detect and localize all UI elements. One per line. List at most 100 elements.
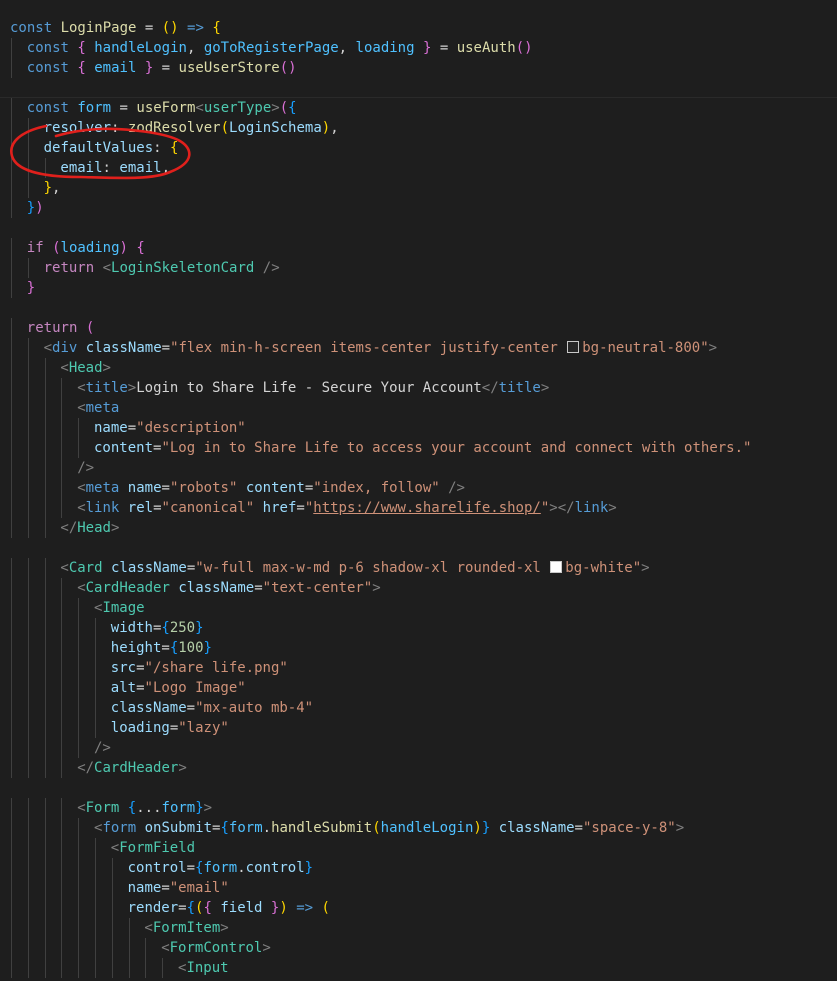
code-token: } (26, 280, 36, 296)
code-line[interactable]: /> (10, 738, 751, 758)
code-token: = (161, 640, 170, 656)
code-token: "space-y-8" (582, 820, 676, 836)
code-token: handleLogin (380, 820, 474, 836)
indent-guide (61, 498, 63, 518)
code-line[interactable]: content="Log in to Share Life to access … (10, 438, 751, 458)
indent-guide (162, 958, 164, 978)
code-line[interactable]: name="description" (10, 418, 751, 438)
code-line[interactable] (10, 298, 751, 318)
code-line[interactable] (10, 78, 751, 98)
code-line[interactable]: <Image (10, 598, 751, 618)
indent-guide (78, 618, 80, 638)
code-line[interactable]: </CardHeader> (10, 758, 751, 778)
indent-guide (27, 838, 29, 858)
code-line[interactable]: <Form {...form}> (10, 798, 751, 818)
code-line[interactable]: }, (10, 178, 751, 198)
code-token: "text-center" (262, 580, 373, 596)
indent-guide (27, 378, 29, 398)
indent-guide (11, 418, 12, 438)
code-line[interactable]: return <LoginSkeletonCard /> (10, 258, 751, 278)
code-line[interactable]: height={100} (10, 638, 751, 658)
code-line[interactable]: resolver: zodResolver(LoginSchema), (10, 118, 751, 138)
code-line-content: <meta (10, 400, 119, 416)
code-line[interactable]: }) (10, 198, 751, 218)
code-line[interactable]: <meta (10, 398, 751, 418)
code-line[interactable]: render={({ field }) => ( (10, 898, 751, 918)
code-token: email (60, 160, 103, 176)
indent-guide (44, 958, 46, 978)
code-line[interactable] (10, 218, 751, 238)
code-line[interactable]: className="mx-auto mb-4" (10, 698, 751, 718)
code-line[interactable]: <FormItem> (10, 918, 751, 938)
code-line[interactable]: const form = useForm<userType>({ (10, 98, 751, 118)
indent-guide (95, 658, 96, 678)
code-token: CardHeader (85, 580, 170, 596)
code-token: </ (481, 380, 499, 396)
indent-guide (44, 618, 46, 638)
code-line[interactable]: <Card className="w-full max-w-md p-6 sha… (10, 558, 751, 578)
code-token: form (77, 100, 112, 116)
code-line[interactable]: alt="Logo Image" (10, 678, 751, 698)
code-line[interactable]: <div className="flex min-h-screen items-… (10, 338, 751, 358)
code-line[interactable] (10, 778, 751, 798)
code-token: > (271, 100, 280, 116)
code-line-content: const { handleLogin, goToRegisterPage, l… (10, 40, 533, 56)
indent-guide (44, 458, 46, 478)
code-line[interactable]: <FormControl> (10, 938, 751, 958)
indent-guide (44, 718, 46, 738)
code-token: "w-full max-w-md p-6 shadow-xl rounded-x… (195, 560, 550, 576)
code-line[interactable]: control={form.control} (10, 858, 751, 878)
code-line[interactable]: <Head> (10, 358, 751, 378)
code-token: = (111, 100, 137, 116)
code-token: "canonical" (161, 500, 255, 516)
code-token: } (203, 640, 212, 656)
code-line[interactable]: } (10, 278, 751, 298)
code-line[interactable]: const { handleLogin, goToRegisterPage, l… (10, 38, 751, 58)
code-line[interactable]: email: email, (10, 158, 751, 178)
code-token: className (110, 560, 187, 576)
code-line[interactable]: <CardHeader className="text-center"> (10, 578, 751, 598)
indent-guide (11, 758, 12, 778)
code-line[interactable]: if (loading) { (10, 238, 751, 258)
code-line[interactable]: <meta name="robots" content="index, foll… (10, 478, 751, 498)
indent-guide (78, 958, 80, 978)
code-line[interactable]: <Input (10, 958, 751, 978)
code-line[interactable]: <FormField (10, 838, 751, 858)
code-line[interactable]: loading="lazy" (10, 718, 751, 738)
code-line[interactable] (10, 538, 751, 558)
indent-guide (27, 678, 29, 698)
code-line[interactable]: <link rel="canonical" href="https://www.… (10, 498, 751, 518)
code-line[interactable]: return ( (10, 318, 751, 338)
code-line[interactable]: const LoginPage = () => { (10, 18, 751, 38)
code-line[interactable]: width={250} (10, 618, 751, 638)
code-line-content: <title>Login to Share Life - Secure Your… (10, 380, 549, 396)
code-token: > (127, 380, 137, 396)
code-line-content: <Card className="w-full max-w-md p-6 sha… (10, 560, 649, 576)
code-token: < (77, 480, 86, 496)
code-token: = (136, 680, 145, 696)
code-token: = (431, 40, 457, 56)
code-token: Form (85, 800, 120, 816)
code-lines[interactable]: const LoginPage = () => { const { handleL… (10, 18, 751, 978)
code-line[interactable]: <title>Login to Share Life - Secure Your… (10, 378, 751, 398)
code-token: < (102, 260, 112, 276)
indent-guide (95, 938, 96, 958)
code-link[interactable]: https://www.sharelife.shop/ (313, 500, 541, 516)
indent-guide (27, 738, 29, 758)
code-line[interactable]: </Head> (10, 518, 751, 538)
code-line[interactable]: <form onSubmit={form.handleSubmit(handle… (10, 818, 751, 838)
indent-guide (27, 878, 29, 898)
code-token: } (481, 820, 491, 836)
code-line[interactable]: defaultValues: { (10, 138, 751, 158)
code-token: = (304, 480, 314, 496)
code-line[interactable]: const { email } = useUserStore() (10, 58, 751, 78)
code-editor[interactable]: const LoginPage = () => { const { handleL… (0, 0, 837, 981)
color-swatch-icon[interactable] (567, 341, 580, 353)
code-line[interactable]: src="/share life.png" (10, 658, 751, 678)
color-swatch-icon[interactable] (550, 561, 563, 573)
code-token: width (110, 620, 153, 636)
code-line[interactable]: name="email" (10, 878, 751, 898)
indent-guide (11, 478, 12, 498)
code-line[interactable]: /> (10, 458, 751, 478)
